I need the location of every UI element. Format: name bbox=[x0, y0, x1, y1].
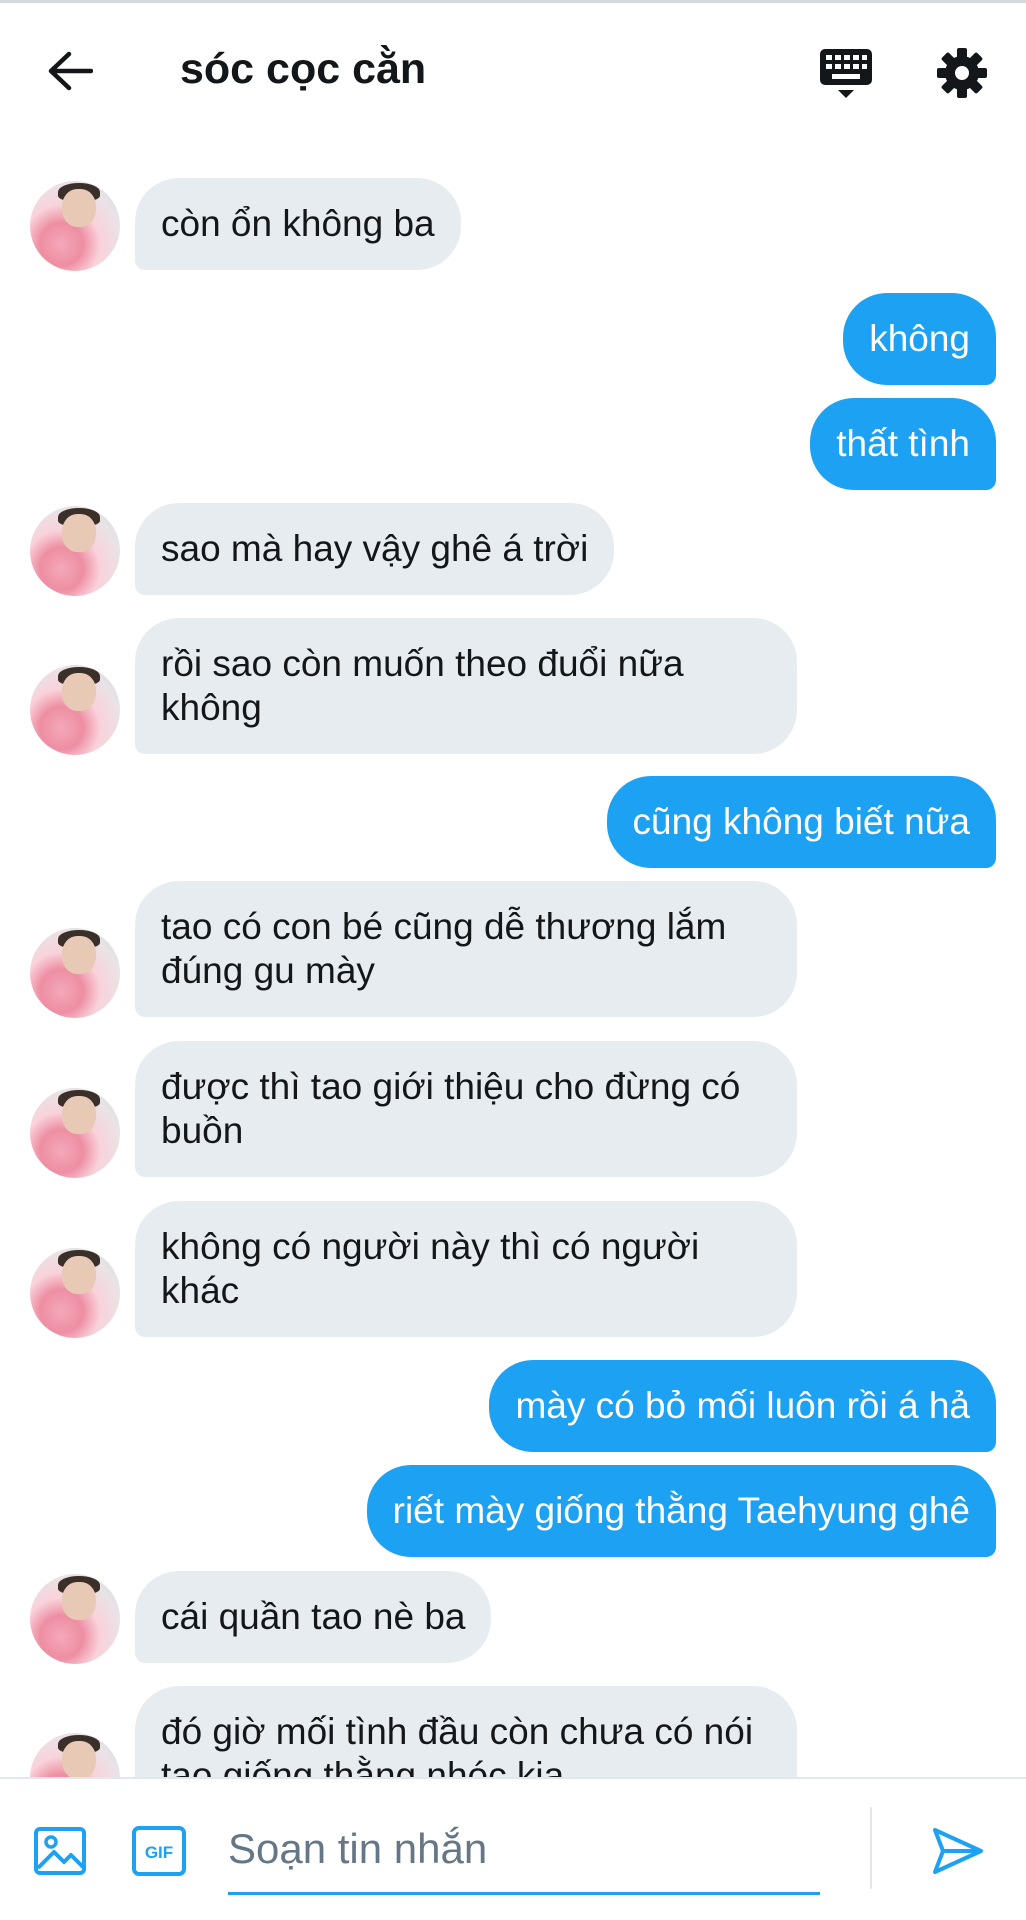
message-bubble[interactable]: còn ổn không ba bbox=[135, 178, 461, 270]
conversation-title: sóc cọc cằn bbox=[180, 45, 427, 93]
message-bubble[interactable]: cái quần tao nè ba bbox=[135, 1571, 492, 1663]
image-icon bbox=[34, 1827, 86, 1875]
message-incoming: không có người này thì có người khác bbox=[0, 1201, 1026, 1341]
add-gif-button[interactable]: GIF bbox=[130, 1823, 188, 1879]
message-incoming: tao có con bé cũng dễ thương lắm đúng gu… bbox=[0, 881, 1026, 1021]
message-incoming: sao mà hay vậy ghê á trời bbox=[0, 503, 1026, 598]
avatar[interactable] bbox=[30, 506, 120, 596]
message-incoming: đó giờ mối tình đầu còn chưa có nói tao … bbox=[0, 1686, 1026, 1777]
message-bubble[interactable]: được thì tao giới thiệu cho đừng có buồn bbox=[135, 1041, 797, 1177]
conversation-header: sóc cọc cằn bbox=[0, 3, 1026, 143]
message-bubble[interactable]: không bbox=[843, 293, 996, 385]
message-bubble[interactable]: không có người này thì có người khác bbox=[135, 1201, 797, 1337]
message-bubble[interactable]: đó giờ mối tình đầu còn chưa có nói tao … bbox=[135, 1686, 797, 1777]
avatar[interactable] bbox=[30, 1574, 120, 1664]
back-button[interactable] bbox=[38, 39, 102, 103]
arrow-left-icon bbox=[48, 51, 93, 91]
gear-icon bbox=[937, 48, 987, 98]
gif-icon: GIF bbox=[132, 1826, 186, 1876]
avatar[interactable] bbox=[30, 928, 120, 1018]
message-incoming: cái quần tao nè ba bbox=[0, 1571, 1026, 1666]
send-button[interactable] bbox=[926, 1819, 990, 1883]
avatar[interactable] bbox=[30, 1248, 120, 1338]
avatar[interactable] bbox=[30, 1733, 120, 1777]
message-bubble[interactable]: rồi sao còn muốn theo đuổi nữa không bbox=[135, 618, 797, 754]
message-bubble[interactable]: cũng không biết nữa bbox=[606, 776, 996, 868]
add-image-button[interactable] bbox=[32, 1823, 88, 1879]
message-incoming: còn ổn không ba bbox=[0, 178, 1026, 273]
message-input[interactable] bbox=[228, 1805, 820, 1895]
message-outgoing: riết mày giống thằng Taehyung ghê bbox=[0, 1465, 1026, 1560]
message-bubble[interactable]: sao mà hay vậy ghê á trời bbox=[135, 503, 615, 595]
avatar[interactable] bbox=[30, 665, 120, 755]
message-outgoing: mày có bỏ mối luôn rồi á hả bbox=[0, 1360, 1026, 1455]
avatar[interactable] bbox=[30, 1088, 120, 1178]
message-outgoing: cũng không biết nữa bbox=[0, 776, 1026, 871]
keyboard-button[interactable] bbox=[812, 39, 880, 107]
message-incoming: được thì tao giới thiệu cho đừng có buồn bbox=[0, 1041, 1026, 1181]
avatar[interactable] bbox=[30, 181, 120, 271]
message-outgoing: thất tình bbox=[0, 398, 1026, 493]
settings-button[interactable] bbox=[930, 41, 994, 105]
message-bubble[interactable]: mày có bỏ mối luôn rồi á hả bbox=[489, 1360, 996, 1452]
keyboard-icon bbox=[820, 49, 872, 98]
message-bubble[interactable]: thất tình bbox=[810, 398, 996, 490]
gif-label: GIF bbox=[145, 1843, 173, 1862]
send-icon bbox=[933, 1828, 983, 1874]
message-composer: GIF bbox=[0, 1777, 1026, 1920]
composer-divider bbox=[870, 1807, 872, 1889]
message-bubble[interactable]: tao có con bé cũng dễ thương lắm đúng gu… bbox=[135, 881, 797, 1017]
message-outgoing: không bbox=[0, 293, 1026, 388]
message-bubble[interactable]: riết mày giống thằng Taehyung ghê bbox=[366, 1465, 996, 1557]
message-list[interactable]: còn ổn không ba không thất tình sao mà h… bbox=[0, 143, 1026, 1777]
message-incoming: rồi sao còn muốn theo đuổi nữa không bbox=[0, 618, 1026, 758]
